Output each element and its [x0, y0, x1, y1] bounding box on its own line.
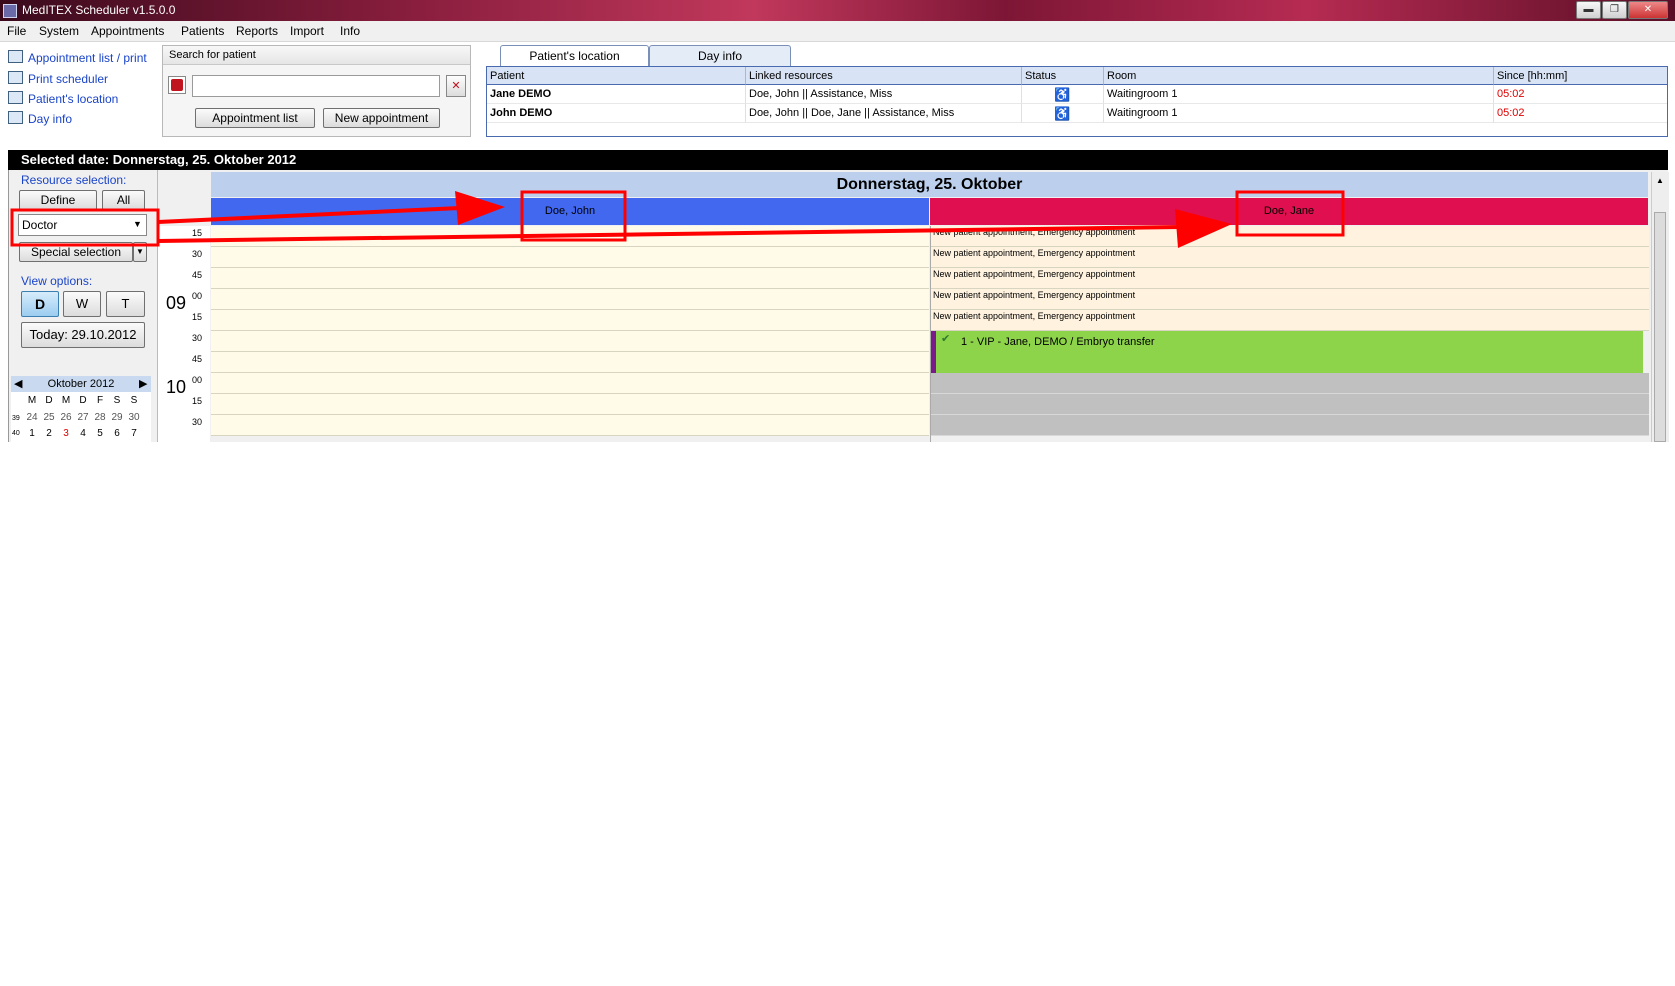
arrow-line-john [157, 206, 461, 224]
arrow-line-jane [157, 225, 1181, 243]
arrow-head-jane [1175, 209, 1232, 248]
highlight-box-john [520, 190, 627, 242]
annotation-overlay [10, 190, 1345, 248]
arrow-head-john [455, 191, 505, 225]
highlight-box-jane [1235, 190, 1345, 237]
highlight-box-dropdown [10, 208, 160, 247]
